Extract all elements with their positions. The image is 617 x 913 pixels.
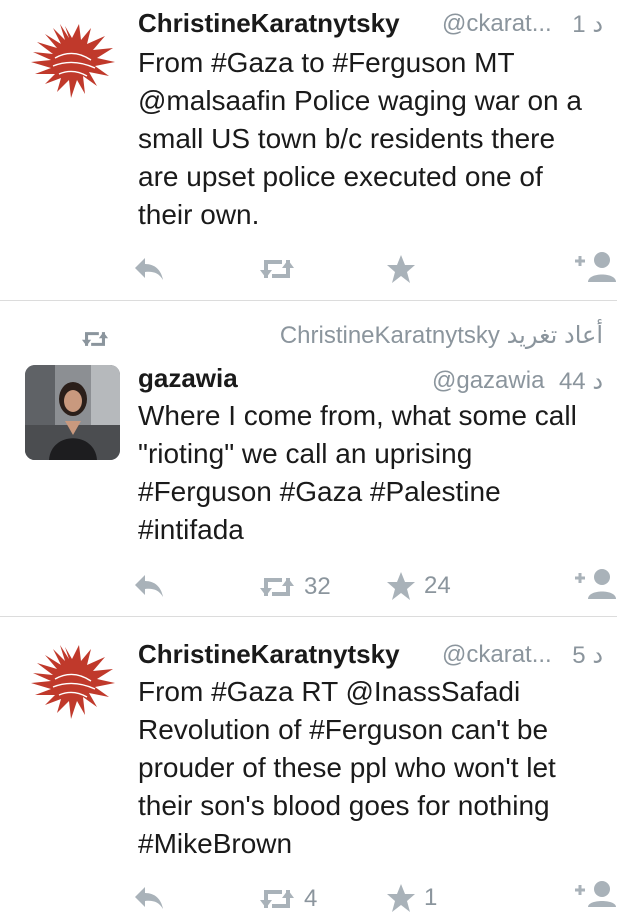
- star-icon: [387, 255, 415, 283]
- timestamp: 44 د: [558, 368, 603, 395]
- retweet-count: 32: [304, 573, 331, 600]
- retweet-icon: [260, 890, 294, 908]
- author-handle[interactable]: @gazawia: [432, 367, 544, 395]
- author-name[interactable]: ChristineKaratnytsky: [138, 8, 400, 39]
- star-icon: [387, 572, 415, 600]
- follow-button[interactable]: [574, 879, 616, 907]
- author-name[interactable]: ChristineKaratnytsky: [138, 639, 400, 670]
- retweeted-by-label[interactable]: ChristineKaratnytsky أعاد تغريد: [280, 321, 603, 350]
- favorite-button[interactable]: 1: [386, 883, 437, 913]
- retweet-button[interactable]: [258, 256, 296, 282]
- tweet-3[interactable]: ChristineKaratnytsky @ckarat... 5 د From…: [0, 617, 617, 912]
- reply-icon: [135, 575, 163, 597]
- reply-button[interactable]: [133, 256, 165, 282]
- eagle-icon: [31, 24, 115, 98]
- author-handle[interactable]: @ckarat...: [442, 641, 552, 669]
- favorite-count: 1: [424, 884, 438, 911]
- tweet-text: From #Gaza RT @InassSafadi Revolution of…: [138, 676, 556, 859]
- reply-icon: [135, 887, 163, 909]
- timestamp: 1 د: [572, 11, 603, 38]
- author-handle[interactable]: @ckarat...: [442, 10, 552, 38]
- retweet-button[interactable]: 4: [258, 885, 317, 913]
- avatar[interactable]: [25, 365, 120, 460]
- retweet-button[interactable]: 32: [258, 573, 331, 601]
- retweet-icon: [260, 578, 294, 596]
- favorite-button[interactable]: 24: [386, 571, 451, 601]
- retweet-icon: [81, 332, 109, 346]
- add-user-icon: [575, 881, 616, 907]
- author-name[interactable]: gazawia: [138, 363, 238, 394]
- tweet-text: Where I come from, what some call "rioti…: [138, 400, 577, 545]
- star-icon: [387, 884, 415, 912]
- avatar[interactable]: [25, 639, 120, 734]
- woman-photo: [25, 365, 120, 460]
- follow-button[interactable]: [574, 567, 616, 599]
- avatar[interactable]: [25, 18, 120, 113]
- reply-icon: [135, 258, 163, 280]
- retweet-count: 4: [304, 885, 318, 912]
- reply-button[interactable]: [133, 573, 165, 599]
- favorite-count: 24: [424, 572, 451, 599]
- tweet-1[interactable]: ChristineKaratnytsky @ckarat... 1 د From…: [0, 0, 617, 300]
- reply-button[interactable]: [133, 885, 165, 911]
- timestamp: 5 د: [572, 642, 603, 669]
- retweet-indicator: [80, 329, 110, 354]
- retweet-icon: [260, 260, 294, 278]
- eagle-icon: [31, 645, 115, 719]
- favorite-button[interactable]: [386, 254, 416, 284]
- tweet-2[interactable]: ChristineKaratnytsky أعاد تغريد gazawia …: [0, 301, 617, 616]
- tweet-text: From #Gaza to #Ferguson MT @malsaafin Po…: [138, 47, 582, 230]
- add-user-icon: [575, 569, 616, 599]
- add-user-icon: [575, 252, 616, 282]
- follow-button[interactable]: [574, 250, 616, 282]
